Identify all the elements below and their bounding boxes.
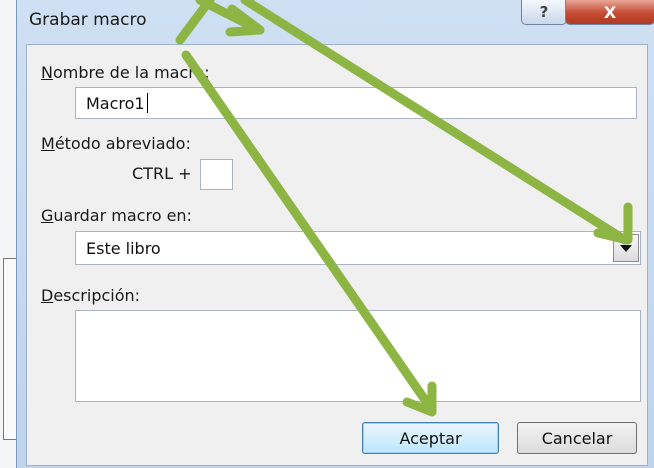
cancel-button-label: Cancelar — [541, 428, 613, 448]
close-button[interactable]: X — [565, 0, 654, 25]
store-macro-selected-value: Este libro — [86, 238, 161, 258]
shortcut-label: Método abreviado: — [41, 134, 191, 153]
macro-name-value: Macro1 — [86, 93, 145, 113]
dialog-body: Nombre de la macro: Macro1 Método abrevi… — [26, 44, 648, 466]
ctrl-label: CTRL + — [132, 164, 192, 183]
chevron-down-icon — [620, 244, 632, 252]
background-bracket — [3, 258, 16, 440]
dialog-title: Grabar macro — [29, 10, 147, 30]
macro-name-label: Nombre de la macro: — [41, 63, 210, 82]
background-window-edge — [0, 0, 17, 468]
help-icon: ? — [539, 3, 549, 21]
description-label: Descripción: — [41, 286, 141, 305]
store-macro-dropdown-button[interactable] — [613, 234, 639, 262]
store-macro-select[interactable]: Este libro — [75, 231, 641, 265]
ok-button-label: Aceptar — [399, 428, 462, 448]
help-button[interactable]: ? — [521, 0, 567, 25]
shortcut-key-input[interactable] — [200, 159, 233, 190]
cancel-button[interactable]: Cancelar — [517, 422, 637, 454]
title-bar: Grabar macro ? X — [17, 0, 654, 44]
macro-name-input[interactable]: Macro1 — [75, 87, 637, 119]
text-caret — [146, 93, 148, 113]
store-macro-label: Guardar macro en: — [41, 206, 192, 225]
record-macro-dialog: Grabar macro ? X Nombre de la macro: Mac… — [16, 0, 654, 468]
ok-button[interactable]: Aceptar — [362, 422, 499, 454]
close-icon: X — [603, 2, 617, 22]
description-textarea[interactable] — [75, 310, 641, 402]
